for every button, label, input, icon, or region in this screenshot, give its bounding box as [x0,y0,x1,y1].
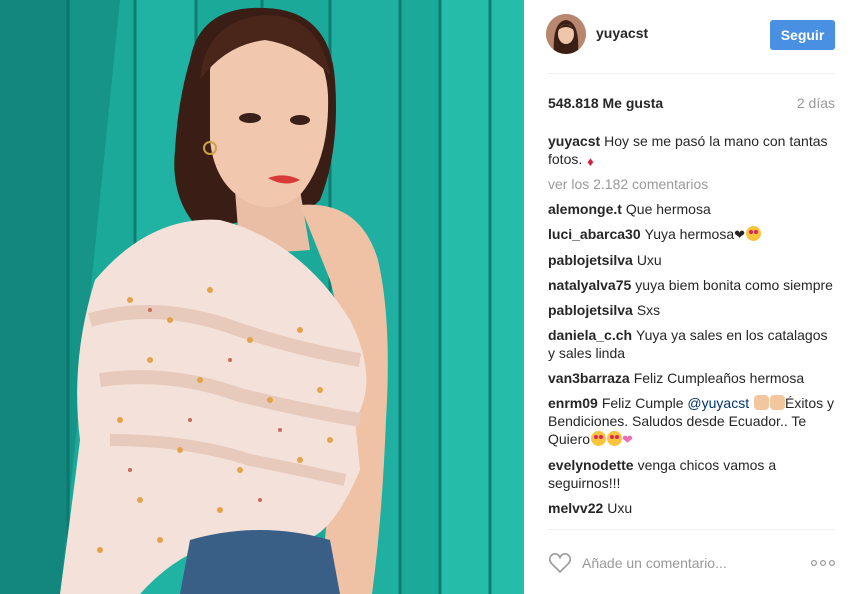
heart-eyes-emoji-icon [607,431,623,446]
comment-username[interactable]: luci_abarca30 [548,226,641,242]
comment-item: melvv22 Uxu [548,499,835,517]
sparkling-heart-emoji-icon: ❤ [622,432,633,447]
comment-item: daniela_c.ch Yuya ya sales en los catalag… [548,326,835,362]
comment-input[interactable] [582,550,792,576]
comments-list: yuyacst Hoy se me pasó la mano con tantas… [548,132,835,528]
comment-username[interactable]: natalyalva75 [548,277,631,293]
photo-illustration [0,0,524,594]
comment-text: Que hermosa [625,201,711,217]
comment-username[interactable]: daniela_c.ch [548,327,632,343]
comment-item: van3barraza Feliz Cumpleaños hermosa [548,369,835,387]
comment-item: pablojetsilva Sxs [548,301,835,319]
comment-item: enrm09 Feliz Cumple @yuyacst Éxitos y Ben… [548,394,835,449]
comment-text: Sxs [636,302,661,318]
comment-composer [548,530,836,594]
caption: yuyacst Hoy se me pasó la mano con tantas… [548,132,835,169]
post-time[interactable]: 2 días [797,95,835,111]
comment-username[interactable]: enrm09 [548,395,598,411]
post-photo[interactable] [0,0,524,594]
comment-text: Feliz Cumpleaños hermosa [633,370,805,386]
post-sidebar: yuyacst Seguir 548.818 Me gusta 2 días y… [524,0,858,594]
avatar[interactable] [546,14,586,54]
comment-item: pablojetsilva Uxu [548,251,835,269]
clap-emoji-icon [769,395,785,410]
comment-username[interactable]: melvv22 [548,500,603,516]
more-options-icon[interactable] [810,556,836,568]
comment-username[interactable]: pablojetsilva [548,302,633,318]
mention-link[interactable]: @yuyacst [687,395,749,411]
comment-text: yuya biem bonita como siempre [635,277,833,293]
clap-emoji-icon [753,395,769,410]
comment-item: luci_abarca30 Yuya hermosa❤ [548,225,835,244]
username-link[interactable]: yuyacst [596,25,648,41]
caption-username[interactable]: yuyacst [548,133,600,149]
follow-button[interactable]: Seguir [770,20,835,50]
heart-emoji-icon: ❤ [734,227,746,242]
heart-eyes-emoji-icon [746,226,762,241]
comment-item: natalyalva75 yuya biem bonita como siempr… [548,276,835,294]
comment-username[interactable]: pablojetsilva [548,252,633,268]
comment-item: alemonge.t Que hermosa [548,200,835,218]
dancer-emoji-icon: ♦ [587,154,594,169]
post-view: yuyacst Seguir 548.818 Me gusta 2 días y… [0,0,858,594]
comment-username[interactable]: evelynodette [548,457,634,473]
likes-count[interactable]: 548.818 Me gusta [548,95,663,111]
avatar-image [546,14,586,54]
comment-username[interactable]: alemonge.t [548,201,622,217]
comment-username[interactable]: van3barraza [548,370,630,386]
heart-outline-icon[interactable] [548,552,572,574]
post-header: yuyacst Seguir [524,0,858,73]
header-divider [548,73,835,74]
heart-eyes-emoji-icon [591,431,607,446]
view-all-comments-link[interactable]: ver los 2.182 comentarios [548,175,835,193]
comment-text: Uxu [607,500,633,516]
comment-text: Yuya hermosa [644,226,735,242]
comment-text: Uxu [636,252,662,268]
comment-text-before: Feliz Cumple [601,395,684,411]
comment-item: evelynodette venga chicos vamos a seguirn… [548,456,835,492]
